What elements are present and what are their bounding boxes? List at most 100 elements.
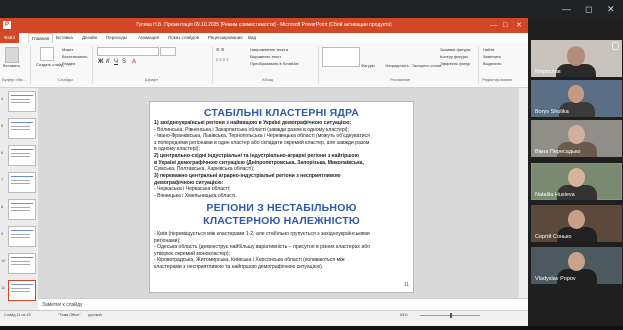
slide-text-line: кластерами з несприятливою та найгіршою … <box>154 263 324 270</box>
outer-titlebar: — ◻ ✕ <box>0 0 623 18</box>
align-icons[interactable]: ≡ ≡ ≡ ≡ <box>216 57 229 62</box>
tab-slideshow[interactable]: Показ слайдов <box>168 33 199 43</box>
tab-view[interactable]: Вид <box>248 33 256 43</box>
tab-transitions[interactable]: Переходы <box>106 33 127 43</box>
participant-tile[interactable]: Сергій Сонько <box>531 205 622 242</box>
slide-text-line: демографічною ситуацією: <box>154 179 224 186</box>
slide-number: 11 <box>403 282 409 288</box>
slide-text-line: з попередніми регіонами в один кластер а… <box>154 139 370 146</box>
vertical-scrollbar[interactable] <box>518 88 528 298</box>
theme-name: "Тема Office" <box>58 313 81 317</box>
slide-text-line: - Київ (переміщується між кластерами 1-2… <box>154 231 370 237</box>
powerpoint-window: P Гусева Н.Б. Презентація 09.10.2025 [Ре… <box>0 18 528 326</box>
font-color-icon[interactable]: А <box>132 59 136 65</box>
close-icon[interactable]: ✕ <box>607 0 615 18</box>
slide-text-line: регіонами); <box>154 237 181 244</box>
slide-text-line: - Одеська область (демонструє найбільшу … <box>154 244 370 250</box>
shapes-gallery[interactable] <box>322 47 360 67</box>
slide-thumbnail[interactable] <box>8 91 36 112</box>
new-slide-button[interactable]: Создать слайд <box>36 62 63 67</box>
tab-design[interactable]: Дизайн <box>82 33 97 43</box>
slide-thumbnail[interactable] <box>8 145 36 166</box>
slide-thumbnail[interactable] <box>8 172 36 193</box>
participant-name: Мирослав <box>535 69 561 75</box>
tab-animation[interactable]: Анимация <box>138 33 159 43</box>
slide-thumbnail[interactable] <box>8 199 36 220</box>
ppt-close-icon[interactable]: ✕ <box>516 18 522 33</box>
text-direction-button[interactable]: Направление текста <box>250 47 288 52</box>
maximize-icon[interactable]: ◻ <box>585 0 592 18</box>
align-text-button[interactable]: Выровнять текст <box>250 54 281 59</box>
paste-button[interactable]: Вставить <box>3 63 20 68</box>
slide-canvas: СТАБІЛЬНІ КЛАСТЕРНІ ЯДРА 1) західноукраї… <box>38 88 518 298</box>
ppt-titlebar: P Гусева Н.Б. Презентація 09.10.2025 [Ре… <box>0 18 528 33</box>
bold-icon[interactable]: Ж <box>98 59 103 65</box>
slide-thumbnail[interactable] <box>8 118 36 139</box>
section-button[interactable]: Раздел <box>62 61 75 66</box>
participant-tile-active-speaker[interactable]: Nataliia Husieva <box>531 163 622 200</box>
ppt-minimize-icon[interactable]: — <box>490 18 497 33</box>
tab-review[interactable]: Рецензирование <box>208 33 243 43</box>
thumb-number: 11 <box>1 285 6 290</box>
slide[interactable]: СТАБІЛЬНІ КЛАСТЕРНІ ЯДРА 1) західноукраї… <box>149 101 414 293</box>
slide-title[interactable]: СТАБІЛЬНІ КЛАСТЕРНІ ЯДРА <box>150 107 413 119</box>
group-editing: Редактирование <box>482 77 513 82</box>
ppt-maximize-icon[interactable]: □ <box>503 18 507 33</box>
paste-icon[interactable] <box>5 47 19 63</box>
tab-insert[interactable]: Вставка <box>56 33 73 43</box>
thumb-number: 10 <box>1 258 6 263</box>
participant-tile[interactable]: Мирослав <box>531 40 622 77</box>
slide-text-line: в одному кластері); <box>154 146 200 152</box>
slide-thumbnail-selected[interactable] <box>8 280 36 301</box>
slide-text-line: 2) центрально-східні індустріальні та ін… <box>154 153 359 159</box>
shape-fill-button[interactable]: Заливка фигуры <box>440 47 471 52</box>
mic-icon <box>612 42 619 50</box>
strikethrough-icon[interactable]: S <box>122 59 126 65</box>
language[interactable]: русский <box>88 311 102 320</box>
minimize-icon[interactable]: — <box>562 0 571 18</box>
bullets-icon[interactable]: ☰ ☰ <box>216 47 224 52</box>
bottom-bar <box>0 326 623 330</box>
arrange-button[interactable]: Упорядочить <box>385 63 409 68</box>
zoom-slider-knob[interactable] <box>450 313 452 318</box>
slide-text-line: - Кіровоградська, Житомирська, Київська … <box>154 257 345 263</box>
font-size-select[interactable] <box>160 47 176 56</box>
slide-text-line: Сумська, Полтавська, Харківська області)… <box>154 166 255 172</box>
participant-name: Вікна Пересадько <box>535 149 581 155</box>
slide-thumbnail[interactable] <box>8 226 36 247</box>
shape-outline-button[interactable]: Контур фигуры <box>440 54 468 59</box>
underline-icon[interactable]: Ч <box>114 59 118 65</box>
slide-text-line: - Івано-Франківська, Львівська, Тернопіл… <box>154 133 370 139</box>
thumb-number: 5 <box>1 123 4 128</box>
thumb-number: 7 <box>1 177 4 182</box>
shapes-button[interactable]: Фигуры <box>361 63 375 68</box>
participant-tile[interactable]: Вікна Пересадько <box>531 120 622 157</box>
slide-thumbnails-pane[interactable]: 4 5 6 7 8 9 10 11 <box>0 88 39 310</box>
new-slide-icon[interactable] <box>40 47 54 61</box>
slide-subtitle-line2[interactable]: КЛАСТЕРНОЮ НАЛЕЖНІСТЮ <box>150 215 413 227</box>
slide-thumbnail[interactable] <box>8 253 36 274</box>
zoom-level[interactable]: 63% <box>400 311 408 320</box>
participant-name: Сергій Сонько <box>535 234 572 240</box>
participant-tile[interactable]: Borys Shulika <box>531 80 622 117</box>
group-clipboard: Буфер обм... <box>2 77 26 82</box>
group-font: Шрифт <box>145 77 159 82</box>
participant-name: Vladyslav Popov <box>535 276 576 282</box>
smartart-button[interactable]: Преобразовать в SmartArt <box>250 61 299 66</box>
font-name-select[interactable] <box>97 47 159 56</box>
reset-button[interactable]: Восстановить <box>62 54 88 59</box>
window-title: Гусева Н.Б. Презентація 09.10.2025 [Режи… <box>136 22 392 28</box>
layout-button[interactable]: Макет <box>62 47 73 52</box>
replace-button[interactable]: Заменить <box>483 54 501 59</box>
shape-effects-button[interactable]: Эффекты фигур <box>440 61 470 66</box>
tab-file[interactable]: Файл <box>0 33 20 43</box>
find-button[interactable]: Найти <box>483 47 494 52</box>
group-paragraph: Абзац <box>262 77 274 82</box>
quick-styles-button[interactable]: Экспресс-стили <box>412 63 441 68</box>
tab-home[interactable]: Главная <box>28 33 54 43</box>
slide-subtitle-line1[interactable]: РЕГІОНИ З НЕСТАБІЛЬНОЮ <box>150 202 413 214</box>
participant-tile[interactable]: Vladyslav Popov <box>531 247 622 284</box>
italic-icon[interactable]: К <box>106 59 110 65</box>
select-button[interactable]: Выделить <box>483 61 501 66</box>
thumb-number: 9 <box>1 231 4 236</box>
